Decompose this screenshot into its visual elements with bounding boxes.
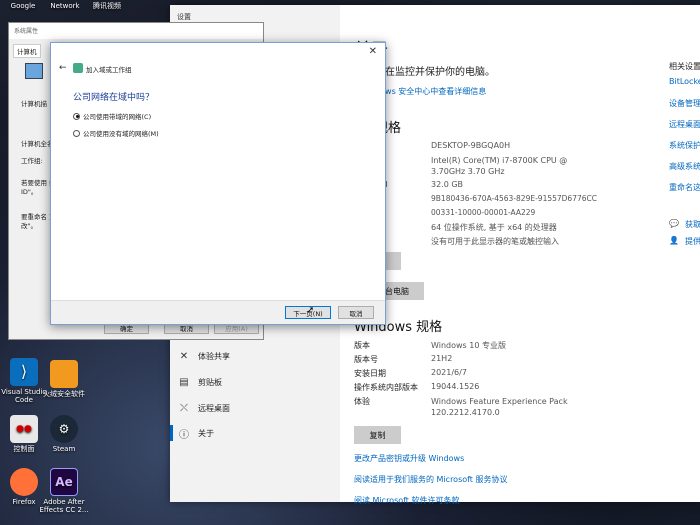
join-domain-wizard: ✕ ← 加入域或工作组 公司网络在域中吗？ 公司使用带域的网络(C) 公司使用没…	[50, 42, 386, 325]
desktop-icon-steam[interactable]: ⚙ Steam	[34, 415, 94, 453]
remote-icon: ⤬	[180, 402, 188, 414]
desktop-icon-google[interactable]: Google	[0, 2, 46, 10]
desktop-icon-network[interactable]: Network	[42, 2, 88, 10]
desktop-icon-label: Steam	[52, 445, 76, 453]
full-computer-name-label: 计算机全名	[21, 140, 54, 148]
related-link-rename-pc[interactable]: 重命名这	[669, 182, 700, 193]
security-center-link[interactable]: ndows 安全中心中查看详细信息	[370, 86, 486, 97]
nav-selection-indicator	[170, 425, 173, 441]
spec-value: 9B180436-670A-4563-829E-91557D6776CC	[431, 194, 597, 203]
spec-value: 21H2	[431, 354, 453, 363]
nav-item-about[interactable]: ⓘ 关于	[178, 427, 214, 441]
copy-windows-spec-button[interactable]: 复制	[354, 426, 401, 444]
spec-value: 没有可用于此显示器的笔或触控输入	[431, 237, 559, 246]
mouse-cursor-icon: ➚	[306, 305, 315, 316]
tab-computer-name[interactable]: 计算机	[13, 44, 41, 58]
get-help-item[interactable]: 💬 获取	[669, 219, 700, 230]
radio-selected[interactable]	[73, 112, 80, 120]
related-link-system-protection[interactable]: 系统保护	[669, 140, 700, 151]
protect-text: 正在监控并保护你的电脑。	[375, 67, 495, 78]
desktop-icon-tencent-video[interactable]: 腾讯视频	[84, 2, 130, 10]
feedback-link[interactable]: 提供	[685, 236, 700, 247]
option-without-domain[interactable]: 公司使用没有域的网络(M)	[73, 128, 159, 138]
clipboard-icon: ▤	[179, 376, 189, 388]
nav-item-label: 剪贴板	[198, 377, 222, 387]
network-wizard-icon	[73, 63, 83, 73]
spec-value: 00331-10000-00001-AA229	[431, 208, 536, 217]
wizard-title: 加入域或工作组	[86, 66, 132, 74]
help-link[interactable]: 获取	[685, 219, 700, 230]
back-arrow-icon[interactable]: ←	[59, 63, 67, 73]
spec-value: Windows 10 专业版	[431, 341, 506, 350]
related-link-remote-desktop[interactable]: 远程桌面	[669, 119, 700, 130]
spec-label: 版本号	[354, 355, 378, 364]
related-link-bitlocker[interactable]: BitLocker	[669, 77, 700, 86]
help-icon: 💬	[669, 219, 679, 228]
close-icon[interactable]: ✕	[369, 46, 377, 57]
nav-item-clipboard[interactable]: ▤ 剪贴板	[178, 376, 222, 388]
nav-item-remote-desktop[interactable]: ⤬ 远程桌面	[178, 402, 230, 414]
upgrade-windows-link[interactable]: 更改产品密钥或升级 Windows	[354, 453, 464, 464]
desktop-icon-label: 腾讯视频	[93, 2, 121, 10]
nav-item-label: 关于	[198, 428, 214, 438]
wizard-question: 公司网络在域中吗？	[73, 93, 155, 103]
option-label: 公司使用带域的网络(C)	[83, 113, 152, 121]
steam-icon: ⚙	[50, 415, 78, 443]
nav-item-shared-experiences[interactable]: ✕ 体验共享	[178, 350, 230, 362]
wizard-footer: 下一页(N) 取消	[51, 300, 385, 324]
settings-window-title: 设置	[177, 13, 191, 21]
feedback-item[interactable]: 👤 提供	[669, 236, 700, 247]
desktop-icon-label: 控制面	[13, 445, 35, 453]
wizard-cancel-button[interactable]: 取消	[338, 306, 374, 319]
spec-label: 操作系统内部版本	[354, 383, 418, 392]
system-properties-title: 系统属性	[9, 23, 263, 39]
spec-value: 2021/6/7	[431, 368, 467, 377]
spec-label: 安装日期	[354, 369, 386, 378]
computer-icon	[25, 63, 43, 79]
license-terms-link[interactable]: 阅读 Microsoft 软件许可条款	[354, 495, 460, 506]
related-link-device-manager[interactable]: 设备管理	[669, 98, 700, 109]
desktop-icon-label: Firefox	[12, 498, 36, 506]
spec-label: 版本	[354, 341, 370, 350]
desktop-icon-label: Adobe After Effects CC 2...	[39, 498, 89, 514]
spec-value: Windows Feature Experience Pack 120.2212…	[431, 397, 568, 417]
option-label: 公司使用没有域的网络(M)	[83, 130, 159, 138]
computer-description-label: 计算机描	[21, 100, 47, 108]
related-link-advanced-system[interactable]: 高级系统	[669, 161, 700, 172]
service-agreement-link[interactable]: 阅读适用于我们服务的 Microsoft 服务协议	[354, 474, 508, 485]
desktop-icon-huorong[interactable]: 火绒安全软件	[34, 360, 94, 398]
spec-value: DESKTOP-9BGQA0H	[431, 141, 511, 150]
nav-item-label: 远程桌面	[198, 403, 230, 413]
desktop-icon-after-effects[interactable]: Ae Adobe After Effects CC 2...	[34, 468, 94, 514]
workgroup-label: 工作组:	[21, 157, 43, 165]
huorong-icon	[50, 360, 78, 388]
spec-value: 64 位操作系统, 基于 x64 的处理器	[431, 223, 557, 232]
share-icon: ✕	[179, 350, 189, 362]
radio-unselected[interactable]	[73, 129, 80, 137]
desktop-icon-label: Network	[50, 2, 80, 10]
spec-value: 19044.1526	[431, 382, 480, 391]
desktop-icon-label: Google	[10, 2, 36, 10]
ae-icon: Ae	[50, 468, 78, 496]
feedback-icon: 👤	[669, 236, 679, 245]
desktop-icon-label: 火绒安全软件	[43, 390, 85, 398]
spec-value: Intel(R) Core(TM) i7-8700K CPU @ 3.70GHz…	[431, 156, 568, 176]
nav-item-label: 体验共享	[198, 351, 230, 361]
related-settings-title: 相关设置	[669, 62, 700, 71]
spec-label: 体验	[354, 397, 370, 406]
option-with-domain[interactable]: 公司使用带域的网络(C)	[73, 111, 151, 121]
spec-value: 32.0 GB	[431, 180, 464, 189]
info-icon: ⓘ	[179, 429, 189, 441]
